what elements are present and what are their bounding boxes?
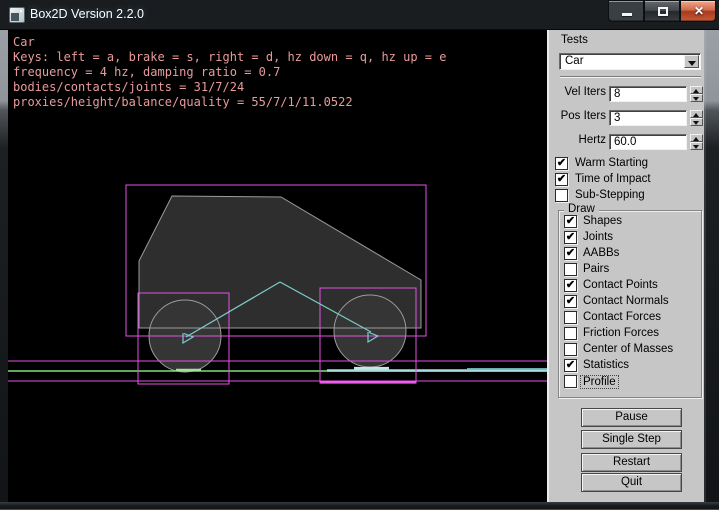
pairs-checkbox[interactable]	[564, 263, 577, 276]
arrow-up-icon	[693, 89, 699, 93]
contact-points-label: Contact Points	[583, 279, 658, 291]
maximize-button[interactable]	[644, 0, 680, 22]
shapes-checkbox[interactable]: ✔	[564, 215, 577, 228]
minimize-button[interactable]	[608, 0, 644, 22]
window-border-left	[0, 30, 8, 502]
tests-label: Tests	[561, 34, 588, 46]
pairs-label: Pairs	[583, 263, 609, 275]
sub-stepping-label: Sub-Stepping	[575, 189, 645, 201]
time-of-impact-label: Time of Impact	[575, 173, 651, 185]
statistics-label: Statistics	[583, 359, 629, 371]
minimize-icon	[622, 13, 632, 16]
title-bar[interactable]: Box2D Version 2.2.0 ✕	[0, 0, 719, 30]
simulation-canvas[interactable]: Car Keys: left = a, brake = s, right = d…	[8, 30, 547, 502]
close-button[interactable]: ✕	[680, 0, 716, 22]
friction-forces-checkbox[interactable]	[564, 327, 577, 340]
center-of-masses-checkbox[interactable]	[564, 343, 577, 356]
vel-iters-up-button[interactable]	[690, 86, 703, 94]
arrow-down-icon	[693, 145, 699, 149]
hertz-row: Hertz 60.0	[549, 134, 706, 151]
single-step-button[interactable]: Single Step	[581, 430, 682, 449]
arrow-down-icon	[693, 97, 699, 101]
joints-checkbox[interactable]: ✔	[564, 231, 577, 244]
test-select-value: Car	[565, 55, 584, 67]
joints-label: Joints	[583, 231, 613, 243]
vel-iters-label: Vel Iters	[542, 86, 606, 98]
pos-iters-label: Pos Iters	[542, 110, 606, 122]
arrow-down-icon	[693, 121, 699, 125]
vel-iters-input[interactable]: 8	[609, 86, 687, 102]
arrow-up-icon	[693, 137, 699, 141]
center-of-masses-label: Center of Masses	[583, 343, 673, 355]
vel-iters-row: Vel Iters 8	[549, 86, 706, 103]
hertz-stepper	[690, 134, 703, 150]
separator	[560, 76, 701, 78]
vel-iters-stepper	[690, 86, 703, 102]
quit-button[interactable]: Quit	[581, 473, 682, 492]
close-icon: ✕	[681, 4, 717, 18]
app-icon	[9, 7, 25, 23]
pause-button[interactable]: Pause	[581, 408, 682, 427]
hertz-down-button[interactable]	[690, 142, 703, 150]
pos-iters-down-button[interactable]	[690, 118, 703, 126]
aabbs-checkbox[interactable]: ✔	[564, 247, 577, 260]
keys-help-text: Keys: left = a, brake = s, right = d, hz…	[13, 51, 446, 64]
stats-text: bodies/contacts/joints = 31/7/24	[13, 81, 244, 94]
maximize-icon	[658, 7, 668, 16]
contact-normals-checkbox[interactable]: ✔	[564, 295, 577, 308]
chevron-down-icon	[688, 61, 696, 66]
friction-forces-label: Friction Forces	[583, 327, 659, 339]
frequency-text: frequency = 4 hz, damping ratio = 0.7	[13, 66, 280, 79]
window-border-bottom	[0, 502, 719, 510]
test-title-text: Car	[13, 36, 35, 49]
pos-iters-stepper	[690, 110, 703, 126]
pos-iters-up-button[interactable]	[690, 110, 703, 118]
contact-points-checkbox[interactable]: ✔	[564, 279, 577, 292]
test-select-button[interactable]	[684, 55, 699, 68]
vel-iters-down-button[interactable]	[690, 94, 703, 102]
aabbs-label: AABBs	[583, 247, 619, 259]
restart-button[interactable]: Restart	[581, 453, 682, 472]
test-select[interactable]: Car	[559, 53, 701, 70]
proxies-text: proxies/height/balance/quality = 55/7/1/…	[13, 96, 353, 109]
window-border-right	[704, 30, 719, 502]
time-of-impact-checkbox[interactable]: ✔	[555, 173, 568, 186]
contact-normals-label: Contact Normals	[583, 295, 669, 307]
shapes-label: Shapes	[583, 215, 622, 227]
pos-iters-row: Pos Iters 3	[549, 110, 706, 127]
contact-forces-checkbox[interactable]	[564, 311, 577, 324]
profile-label: Profile	[580, 375, 619, 389]
control-panel: Tests Car Vel Iters 8 Pos Iters 3	[547, 30, 704, 502]
app-window: Box2D Version 2.2.0 ✕ Car Keys: left = a…	[0, 0, 719, 510]
sub-stepping-checkbox[interactable]	[555, 189, 568, 202]
warm-starting-checkbox[interactable]: ✔	[555, 157, 568, 170]
draw-group-label: Draw	[564, 203, 599, 215]
statistics-checkbox[interactable]: ✔	[564, 359, 577, 372]
profile-checkbox[interactable]	[564, 375, 577, 388]
window-title: Box2D Version 2.2.0	[30, 7, 144, 21]
contact-forces-label: Contact Forces	[583, 311, 661, 323]
hertz-label: Hertz	[542, 134, 606, 146]
arrow-up-icon	[693, 113, 699, 117]
pos-iters-input[interactable]: 3	[609, 110, 687, 126]
hertz-up-button[interactable]	[690, 134, 703, 142]
warm-starting-label: Warm Starting	[575, 157, 648, 169]
hertz-input[interactable]: 60.0	[609, 134, 687, 150]
